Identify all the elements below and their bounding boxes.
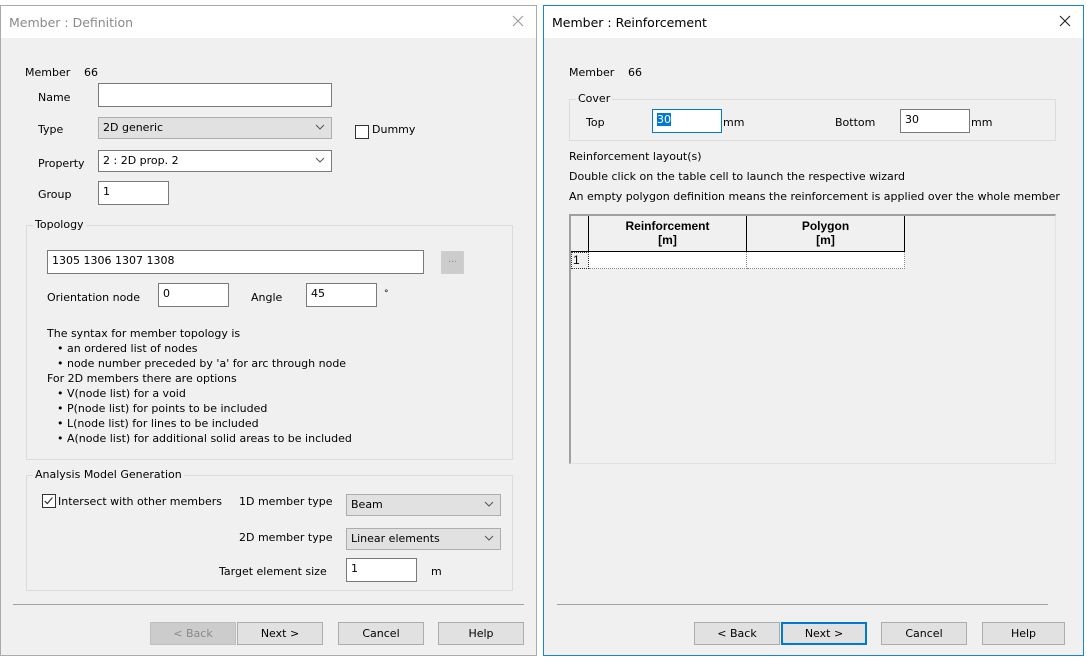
footer-separator: [557, 604, 1048, 605]
row-header[interactable]: 1: [571, 252, 589, 269]
cover-bottom-input[interactable]: 30: [900, 109, 970, 133]
member-2d-type-select[interactable]: Linear elements: [346, 528, 501, 550]
cover-top-unit: mm: [723, 116, 745, 129]
help-line: The syntax for member topology is: [47, 327, 241, 340]
close-icon[interactable]: [1055, 11, 1075, 31]
property-select[interactable]: 2 : 2D prop. 2: [98, 150, 332, 172]
browse-button[interactable]: ...: [441, 251, 464, 274]
title-bar: Member : Definition: [1, 6, 536, 38]
reinforcement-cell[interactable]: [589, 252, 747, 269]
cover-bottom-unit: mm: [971, 116, 993, 129]
checkmark-icon: [44, 497, 53, 505]
cover-top-input[interactable]: 30: [652, 109, 722, 133]
cover-top-value: 30: [657, 113, 671, 126]
title-bar: Member : Reinforcement: [544, 6, 1083, 38]
angle-label: Angle: [251, 291, 283, 304]
instruction-text: Double click on the table cell to launch…: [569, 170, 906, 183]
help-line: • P(node list) for points to be included: [57, 402, 268, 415]
orientation-node-input[interactable]: 0: [158, 283, 229, 307]
name-label: Name: [38, 91, 71, 104]
chevron-down-icon: [484, 501, 494, 507]
member-2d-type-value: Linear elements: [351, 532, 440, 545]
help-line: • A(node list) for additional solid area…: [57, 432, 352, 445]
analysis-model-title: Analysis Model Generation: [33, 468, 184, 481]
chevron-down-icon: [315, 124, 325, 130]
column-header-polygon[interactable]: Polygon [m]: [747, 216, 905, 252]
orientation-node-label: Orientation node: [47, 291, 141, 304]
polygon-cell[interactable]: [747, 252, 905, 269]
member-1d-type-value: Beam: [351, 498, 383, 511]
member-number: 66: [628, 66, 642, 79]
angle-unit: °: [384, 289, 389, 299]
member-reinforcement-dialog: Member : Reinforcement Member 66 Cover T…: [543, 5, 1084, 656]
help-line: • L(node list) for lines to be included: [57, 417, 259, 430]
reinforcement-table[interactable]: Reinforcement [m] Polygon [m] 1: [569, 214, 1056, 464]
member-1d-type-label: 1D member type: [239, 495, 333, 508]
topology-input[interactable]: 1305 1306 1307 1308: [47, 250, 424, 274]
property-select-value: 2 : 2D prop. 2: [103, 154, 179, 167]
group-input[interactable]: 1: [98, 181, 169, 205]
cover-top-label: Top: [586, 116, 605, 129]
cover-title: Cover: [576, 92, 613, 105]
property-label: Property: [38, 157, 85, 170]
dummy-label: Dummy: [372, 123, 416, 136]
help-button[interactable]: Help: [438, 622, 524, 645]
intersect-label: Intersect with other members: [58, 495, 223, 508]
column-unit: [m]: [816, 233, 835, 247]
help-line: For 2D members there are options: [47, 372, 237, 385]
angle-input[interactable]: 45: [306, 283, 377, 307]
back-button[interactable]: < Back: [150, 622, 236, 645]
target-element-size-label: Target element size: [219, 565, 327, 578]
help-line: • node number preceded by 'a' for arc th…: [57, 357, 347, 370]
table-corner-header: [571, 216, 589, 252]
next-button[interactable]: Next >: [781, 622, 867, 645]
back-button[interactable]: < Back: [694, 622, 780, 645]
column-name: Polygon: [801, 219, 850, 233]
cover-bottom-label: Bottom: [835, 116, 876, 129]
column-header-reinforcement[interactable]: Reinforcement [m]: [589, 216, 747, 252]
reinforcement-layouts-label: Reinforcement layout(s): [569, 150, 702, 163]
instruction-text: An empty polygon definition means the re…: [569, 190, 1060, 203]
help-button[interactable]: Help: [982, 622, 1065, 645]
dialog-title: Member : Definition: [9, 15, 134, 30]
cancel-button[interactable]: Cancel: [881, 622, 967, 645]
help-line: • V(node list) for a void: [57, 387, 186, 400]
topology-title: Topology: [33, 218, 86, 231]
type-select[interactable]: 2D generic: [98, 117, 332, 139]
member-definition-dialog: Member : Definition Member 66 Name Type …: [0, 5, 537, 656]
help-line: • an ordered list of nodes: [57, 342, 198, 355]
dialog-title: Member : Reinforcement: [552, 15, 707, 30]
close-icon[interactable]: [508, 11, 528, 31]
chevron-down-icon: [315, 157, 325, 163]
name-input[interactable]: [98, 83, 332, 107]
member-1d-type-select[interactable]: Beam: [346, 494, 501, 516]
chevron-down-icon: [484, 535, 494, 541]
column-name: Reinforcement: [625, 219, 710, 233]
group-label: Group: [38, 188, 72, 201]
target-element-size-input[interactable]: 1: [346, 558, 417, 582]
column-unit: [m]: [658, 233, 677, 247]
dummy-checkbox[interactable]: [355, 125, 369, 139]
member-2d-type-label: 2D member type: [239, 531, 333, 544]
type-select-value: 2D generic: [103, 121, 164, 134]
intersect-checkbox[interactable]: [42, 494, 56, 508]
next-button[interactable]: Next >: [237, 622, 323, 645]
member-label: Member: [569, 66, 615, 79]
footer-separator: [13, 604, 524, 605]
member-label: Member: [25, 66, 71, 79]
member-number: 66: [84, 66, 98, 79]
target-element-size-unit: m: [431, 565, 442, 578]
cancel-button[interactable]: Cancel: [338, 622, 424, 645]
type-label: Type: [38, 123, 64, 136]
